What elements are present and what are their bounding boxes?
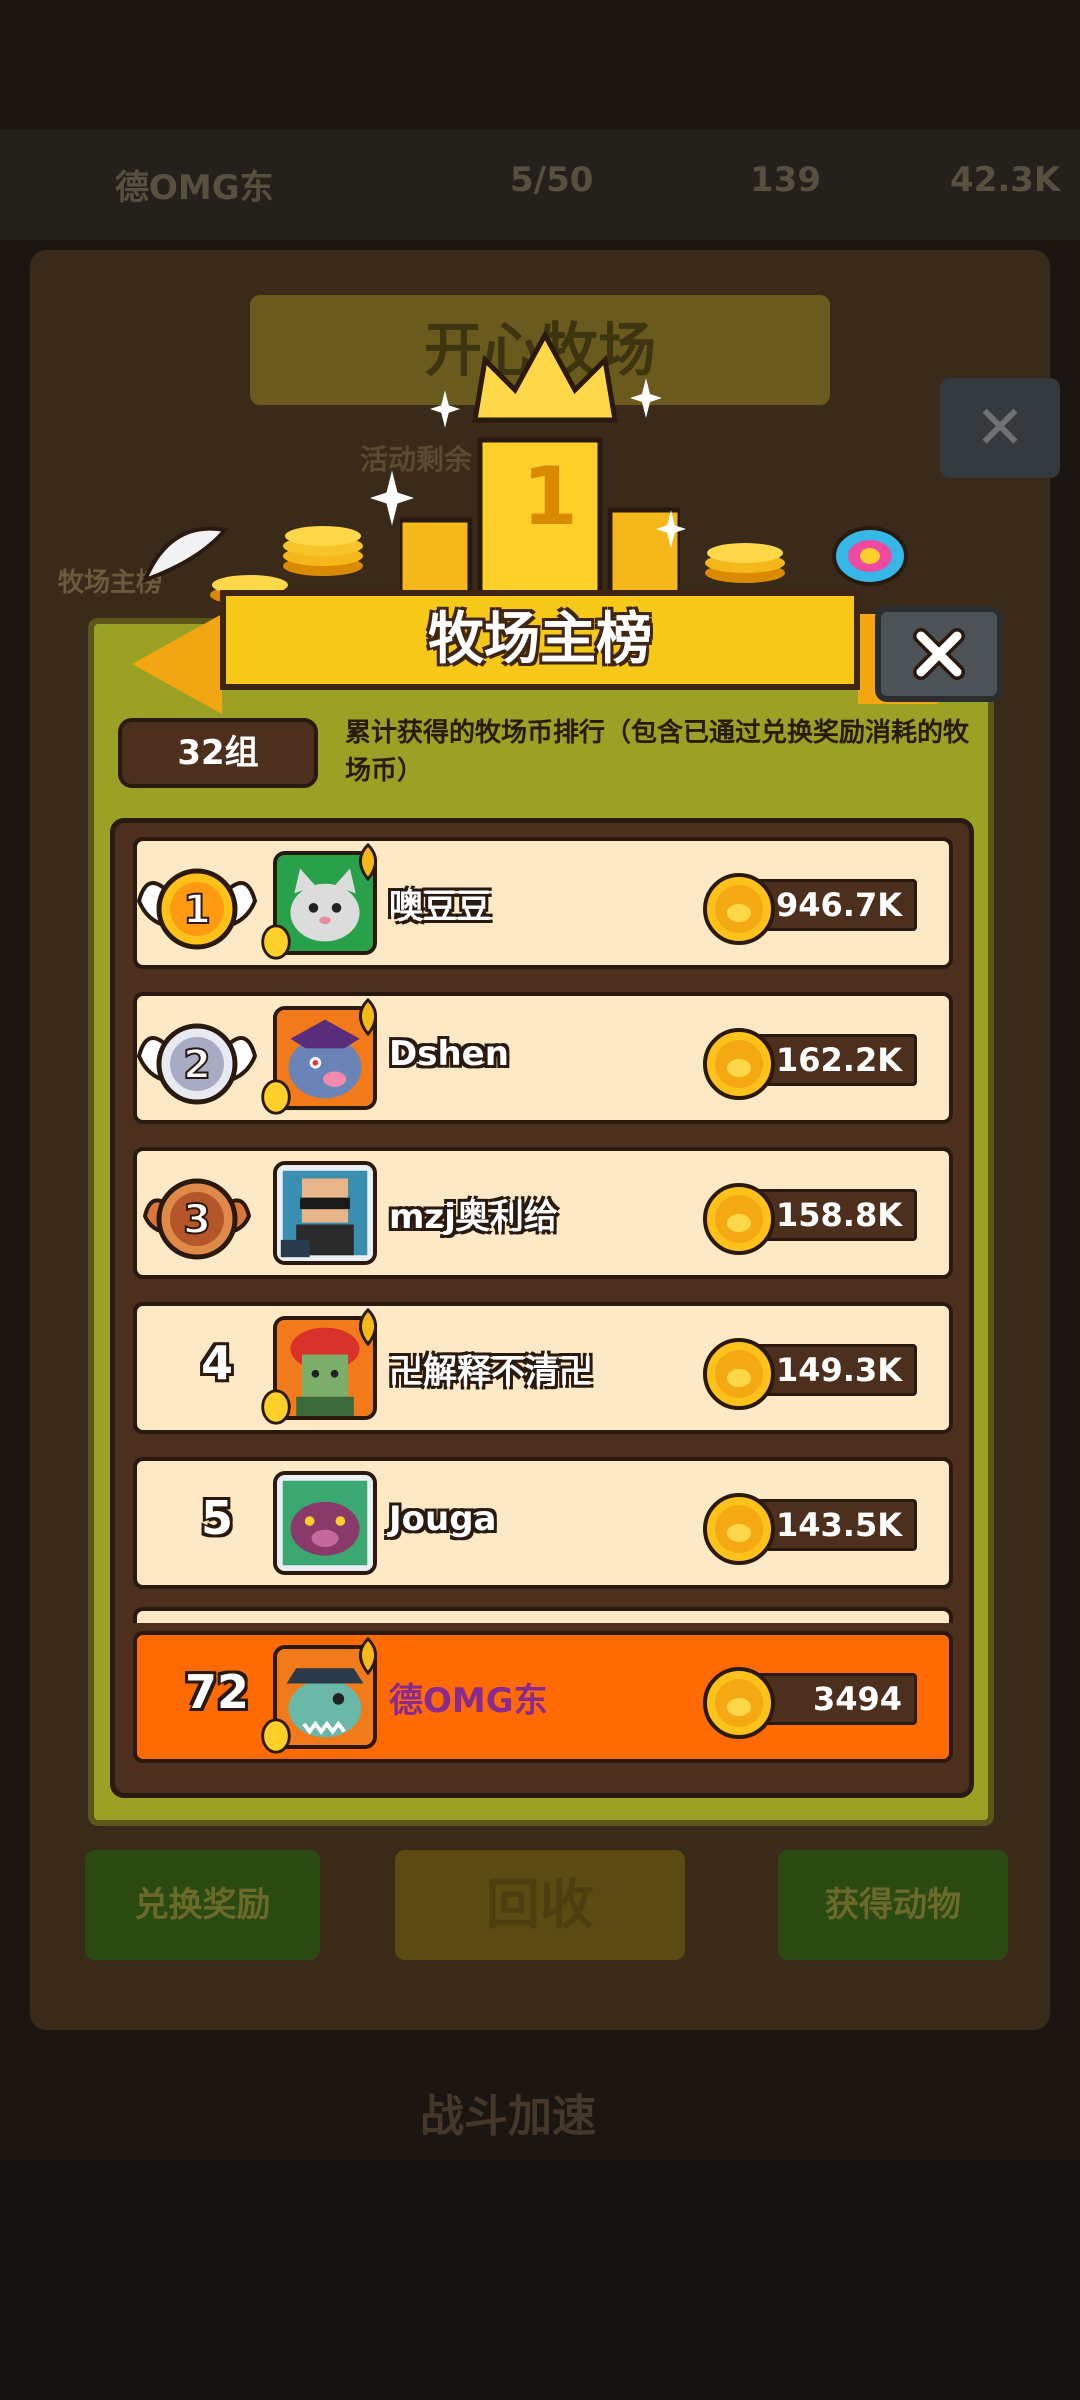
pig-coin-icon xyxy=(703,1028,775,1100)
rank-number: 72 xyxy=(184,1665,249,1719)
player-name: Dshen xyxy=(389,1034,509,1074)
agent-avatar-icon xyxy=(277,1165,373,1261)
pig-coin-icon xyxy=(703,1183,775,1255)
top-status-bar: 德OMG东 5/50 139 42.3K xyxy=(0,130,1080,240)
corn-badge-icon xyxy=(261,1718,291,1754)
bg-stat-energy: 5/50 xyxy=(510,160,594,200)
event-title: 开心牧场 xyxy=(250,295,830,405)
pig-coin-icon xyxy=(703,1667,775,1739)
player-name: 噢豆豆 xyxy=(389,887,491,927)
leaf-badge-icon xyxy=(358,1308,378,1346)
battle-speedup-label: 战斗加速 xyxy=(420,2091,596,2142)
rank-number: 5 xyxy=(200,1491,233,1545)
pig-coin-icon xyxy=(703,1338,775,1410)
gold-medal-icon: 1 xyxy=(137,868,257,950)
ranking-description: 累计获得的牧场币排行（包含已通过兑换奖励消耗的牧场币） xyxy=(345,718,970,786)
leaf-badge-icon xyxy=(358,1637,378,1675)
leaf-badge-icon xyxy=(358,843,378,881)
player-name: Jouga xyxy=(389,1499,497,1539)
banner-wing-left xyxy=(132,614,222,714)
pig-coin-icon xyxy=(703,873,775,945)
corn-badge-icon xyxy=(261,1389,291,1425)
leaderboard-row[interactable]: 3 mzj奥利给 158.8K xyxy=(133,1147,953,1279)
leaf-badge-icon xyxy=(358,998,378,1036)
medal-rank-text: 1 xyxy=(183,887,211,933)
recycle-button: 回收 xyxy=(395,1850,685,1960)
get-animal-button: 获得动物 xyxy=(778,1850,1008,1960)
corn-badge-icon xyxy=(261,924,291,960)
leaderboard-list[interactable]: 1 噢豆豆 946.7K 2 Dshen 162.2K 3 mzj奥利给 158… xyxy=(110,818,974,1798)
medal-rank-text: 2 xyxy=(183,1042,211,1088)
rank-number: 4 xyxy=(200,1336,233,1390)
event-timer: 活动剩余 天 08时 xyxy=(360,443,587,476)
close-icon xyxy=(913,628,965,680)
group-badge: 32组 xyxy=(118,718,318,788)
bg-close-icon: ✕ xyxy=(940,378,1060,478)
list-item-partial xyxy=(133,1607,953,1623)
bg-stat-gems: 139 xyxy=(750,160,821,200)
corn-badge-icon xyxy=(261,1079,291,1115)
player-avatar xyxy=(273,1161,377,1265)
bg-player-name: 德OMG东 xyxy=(115,168,274,208)
leaderboard-row[interactable]: 2 Dshen 162.2K xyxy=(133,992,953,1124)
leaderboard-row[interactable]: 5 Jouga 143.5K xyxy=(133,1457,953,1589)
player-name: mzj奥利给 xyxy=(389,1197,558,1237)
bronze-medal-icon: 3 xyxy=(142,1178,252,1260)
modal-title: 牧场主榜 xyxy=(220,590,860,690)
silver-medal-icon: 2 xyxy=(137,1023,257,1105)
player-name: 卍解释不清卍 xyxy=(389,1352,593,1392)
medal-rank-text: 3 xyxy=(183,1197,211,1243)
player-avatar xyxy=(273,1471,377,1575)
boar-avatar-icon xyxy=(277,1475,373,1571)
player-name: 德OMG东 xyxy=(389,1681,548,1721)
bottom-nav-bar xyxy=(0,2160,1080,2400)
owner-rank-label: 牧场主榜 xyxy=(58,568,163,598)
bg-stat-coins: 42.3K xyxy=(950,160,1061,200)
leaderboard-row[interactable]: 1 噢豆豆 946.7K xyxy=(133,837,953,969)
leaderboard-row[interactable]: 4 卍解释不清卍 149.3K xyxy=(133,1302,953,1434)
exchange-reward-button: 兑换奖励 xyxy=(85,1850,320,1960)
pig-coin-icon xyxy=(703,1493,775,1565)
self-rank-row[interactable]: 72 德OMG东 3494 xyxy=(133,1631,953,1763)
close-button[interactable] xyxy=(875,606,1003,702)
